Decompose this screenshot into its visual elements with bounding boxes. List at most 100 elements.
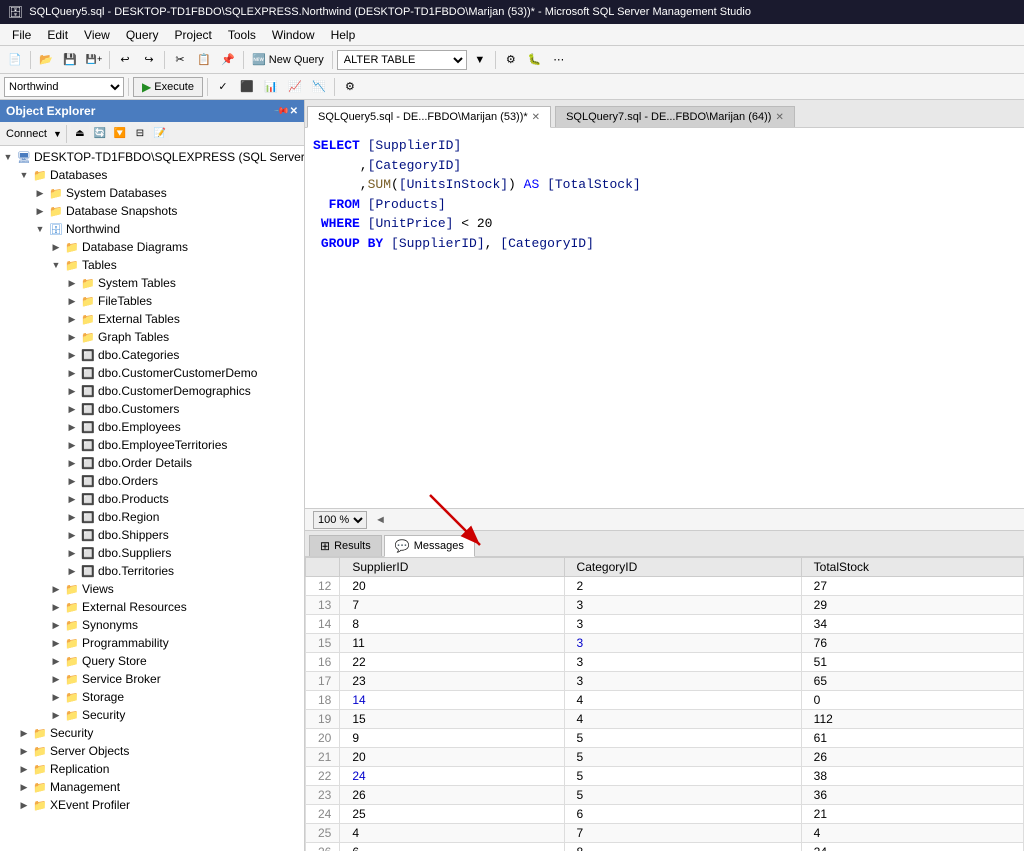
display-est-btn[interactable]: 📉 <box>308 76 330 98</box>
results-to-btn[interactable]: 📊 <box>260 76 282 98</box>
tree-item-custdemog[interactable]: ▶ 🔲 dbo.CustomerDemographics <box>0 382 304 400</box>
collapse-btn[interactable]: ⊟ <box>131 125 149 143</box>
expand-territories[interactable]: ▶ <box>64 566 80 577</box>
tree-item-dbsnaps[interactable]: ▶ 📁 Database Snapshots <box>0 202 304 220</box>
expand-graphtables[interactable]: ▶ <box>64 332 80 343</box>
alter-table-go-btn[interactable]: ▼ <box>469 49 491 71</box>
disconnect-btn[interactable]: ⏏ <box>71 125 89 143</box>
expand-custdemog[interactable]: ▶ <box>64 386 80 397</box>
open-btn[interactable]: 📂 <box>35 49 57 71</box>
tree-item-replication[interactable]: ▶ 📁 Replication <box>0 760 304 778</box>
tree-item-xevent[interactable]: ▶ 📁 XEvent Profiler <box>0 796 304 814</box>
menu-window[interactable]: Window <box>264 26 323 44</box>
tab-sqlquery7-close[interactable]: ✕ <box>775 112 783 123</box>
new-query-btn[interactable]: 📄 <box>4 49 26 71</box>
paste-btn[interactable]: 📌 <box>217 49 239 71</box>
tree-item-views[interactable]: ▶ 📁 Views <box>0 580 304 598</box>
expand-programmability[interactable]: ▶ <box>48 638 64 649</box>
expand-shippers[interactable]: ▶ <box>64 530 80 541</box>
tree-item-northwind[interactable]: ▼ 🗄 Northwind <box>0 220 304 238</box>
results-tab-messages[interactable]: 💬 Messages <box>384 535 475 557</box>
copy-btn[interactable]: 📋 <box>193 49 215 71</box>
menu-file[interactable]: File <box>4 26 39 44</box>
tree-item-extres[interactable]: ▶ 📁 External Resources <box>0 598 304 616</box>
menu-help[interactable]: Help <box>323 26 364 44</box>
tree-item-server[interactable]: ▼ 🖥 DESKTOP-TD1FBDO\SQLEXPRESS (SQL Serv… <box>0 148 304 166</box>
menu-edit[interactable]: Edit <box>39 26 76 44</box>
expand-exttables[interactable]: ▶ <box>64 314 80 325</box>
more-btn[interactable]: ⋯ <box>548 49 570 71</box>
tree-item-products[interactable]: ▶ 🔲 dbo.Products <box>0 490 304 508</box>
expand-serverobj[interactable]: ▶ <box>16 746 32 757</box>
expand-servicebroker[interactable]: ▶ <box>48 674 64 685</box>
tab-sqlquery7[interactable]: SQLQuery7.sql - DE...FBDO\Marijan (64)) … <box>555 106 795 127</box>
tree-item-tables[interactable]: ▼ 📁 Tables <box>0 256 304 274</box>
results-table-container[interactable]: SupplierID CategoryID TotalStock 1220227… <box>305 557 1024 851</box>
expand-security-db[interactable]: ▶ <box>48 710 64 721</box>
tree-item-programmability[interactable]: ▶ 📁 Programmability <box>0 634 304 652</box>
cut-btn[interactable]: ✂ <box>169 49 191 71</box>
tab-sqlquery5[interactable]: SQLQuery5.sql - DE...FBDO\Marijan (53))*… <box>307 106 551 128</box>
tree-item-categories[interactable]: ▶ 🔲 dbo.Categories <box>0 346 304 364</box>
tree-item-orderdet[interactable]: ▶ 🔲 dbo.Order Details <box>0 454 304 472</box>
expand-products[interactable]: ▶ <box>64 494 80 505</box>
expand-dbdiagrams[interactable]: ▶ <box>48 242 64 253</box>
expand-xevent[interactable]: ▶ <box>16 800 32 811</box>
tab-sqlquery5-close[interactable]: ✕ <box>532 112 540 123</box>
tree-item-territories[interactable]: ▶ 🔲 dbo.Territories <box>0 562 304 580</box>
expand-customers[interactable]: ▶ <box>64 404 80 415</box>
tree-item-security-db[interactable]: ▶ 📁 Security <box>0 706 304 724</box>
tree-item-shippers[interactable]: ▶ 🔲 dbo.Shippers <box>0 526 304 544</box>
menu-tools[interactable]: Tools <box>220 26 264 44</box>
filter-btn[interactable]: 🔽 <box>111 125 129 143</box>
debug-btn[interactable]: 🐛 <box>524 49 546 71</box>
expand-databases[interactable]: ▼ <box>16 170 32 180</box>
query-editor[interactable]: SELECT [SupplierID] ,[CategoryID] ,SUM([… <box>305 128 1024 509</box>
expand-server[interactable]: ▼ <box>0 152 16 162</box>
expand-suppliers[interactable]: ▶ <box>64 548 80 559</box>
alter-table-combo[interactable]: ALTER TABLE <box>337 50 467 70</box>
expand-sysdbs[interactable]: ▶ <box>32 188 48 199</box>
connect-dropdown-icon[interactable]: ▼ <box>53 129 62 139</box>
expand-views[interactable]: ▶ <box>48 584 64 595</box>
expand-empterr[interactable]: ▶ <box>64 440 80 451</box>
tree-item-region[interactable]: ▶ 🔲 dbo.Region <box>0 508 304 526</box>
tree-item-customers[interactable]: ▶ 🔲 dbo.Customers <box>0 400 304 418</box>
tree-item-servicebroker[interactable]: ▶ 📁 Service Broker <box>0 670 304 688</box>
connect-label[interactable]: Connect <box>2 128 51 140</box>
execute-button[interactable]: ▶ Execute <box>133 77 203 97</box>
tree-item-management[interactable]: ▶ 📁 Management <box>0 778 304 796</box>
expand-region[interactable]: ▶ <box>64 512 80 523</box>
settings-btn[interactable]: ⚙ <box>500 49 522 71</box>
results-tab-results[interactable]: ⊞ Results <box>309 535 382 556</box>
tree-item-graphtables[interactable]: ▶ 📁 Graph Tables <box>0 328 304 346</box>
zoom-select[interactable]: 100 % <box>313 511 367 529</box>
undo-btn[interactable]: ↩ <box>114 49 136 71</box>
query-options-btn[interactable]: ⚙ <box>339 76 361 98</box>
expand-filetables[interactable]: ▶ <box>64 296 80 307</box>
expand-replication[interactable]: ▶ <box>16 764 32 775</box>
include-actual-btn[interactable]: 📈 <box>284 76 306 98</box>
expand-security[interactable]: ▶ <box>16 728 32 739</box>
parse-btn[interactable]: ✓ <box>212 76 234 98</box>
expand-employees[interactable]: ▶ <box>64 422 80 433</box>
tree-item-serverobj[interactable]: ▶ 📁 Server Objects <box>0 742 304 760</box>
menu-project[interactable]: Project <box>167 26 220 44</box>
refresh-btn[interactable]: 🔄 <box>91 125 109 143</box>
expand-orderdet[interactable]: ▶ <box>64 458 80 469</box>
tree-item-storage[interactable]: ▶ 📁 Storage <box>0 688 304 706</box>
tree-item-synonyms[interactable]: ▶ 📁 Synonyms <box>0 616 304 634</box>
menu-view[interactable]: View <box>76 26 118 44</box>
close-oe-btn[interactable]: ✕ <box>290 106 298 117</box>
tree-item-databases[interactable]: ▼ 📁 Databases <box>0 166 304 184</box>
tree-item-suppliers[interactable]: ▶ 🔲 dbo.Suppliers <box>0 544 304 562</box>
expand-systables[interactable]: ▶ <box>64 278 80 289</box>
expand-tables[interactable]: ▼ <box>48 260 64 270</box>
save-btn[interactable]: 💾 <box>59 49 81 71</box>
database-combo[interactable]: Northwind <box>4 77 124 97</box>
expand-management[interactable]: ▶ <box>16 782 32 793</box>
tree-item-security[interactable]: ▶ 📁 Security <box>0 724 304 742</box>
tree-item-filetables[interactable]: ▶ 📁 FileTables <box>0 292 304 310</box>
tree-item-sysdbs[interactable]: ▶ 📁 System Databases <box>0 184 304 202</box>
tree-item-exttables[interactable]: ▶ 📁 External Tables <box>0 310 304 328</box>
